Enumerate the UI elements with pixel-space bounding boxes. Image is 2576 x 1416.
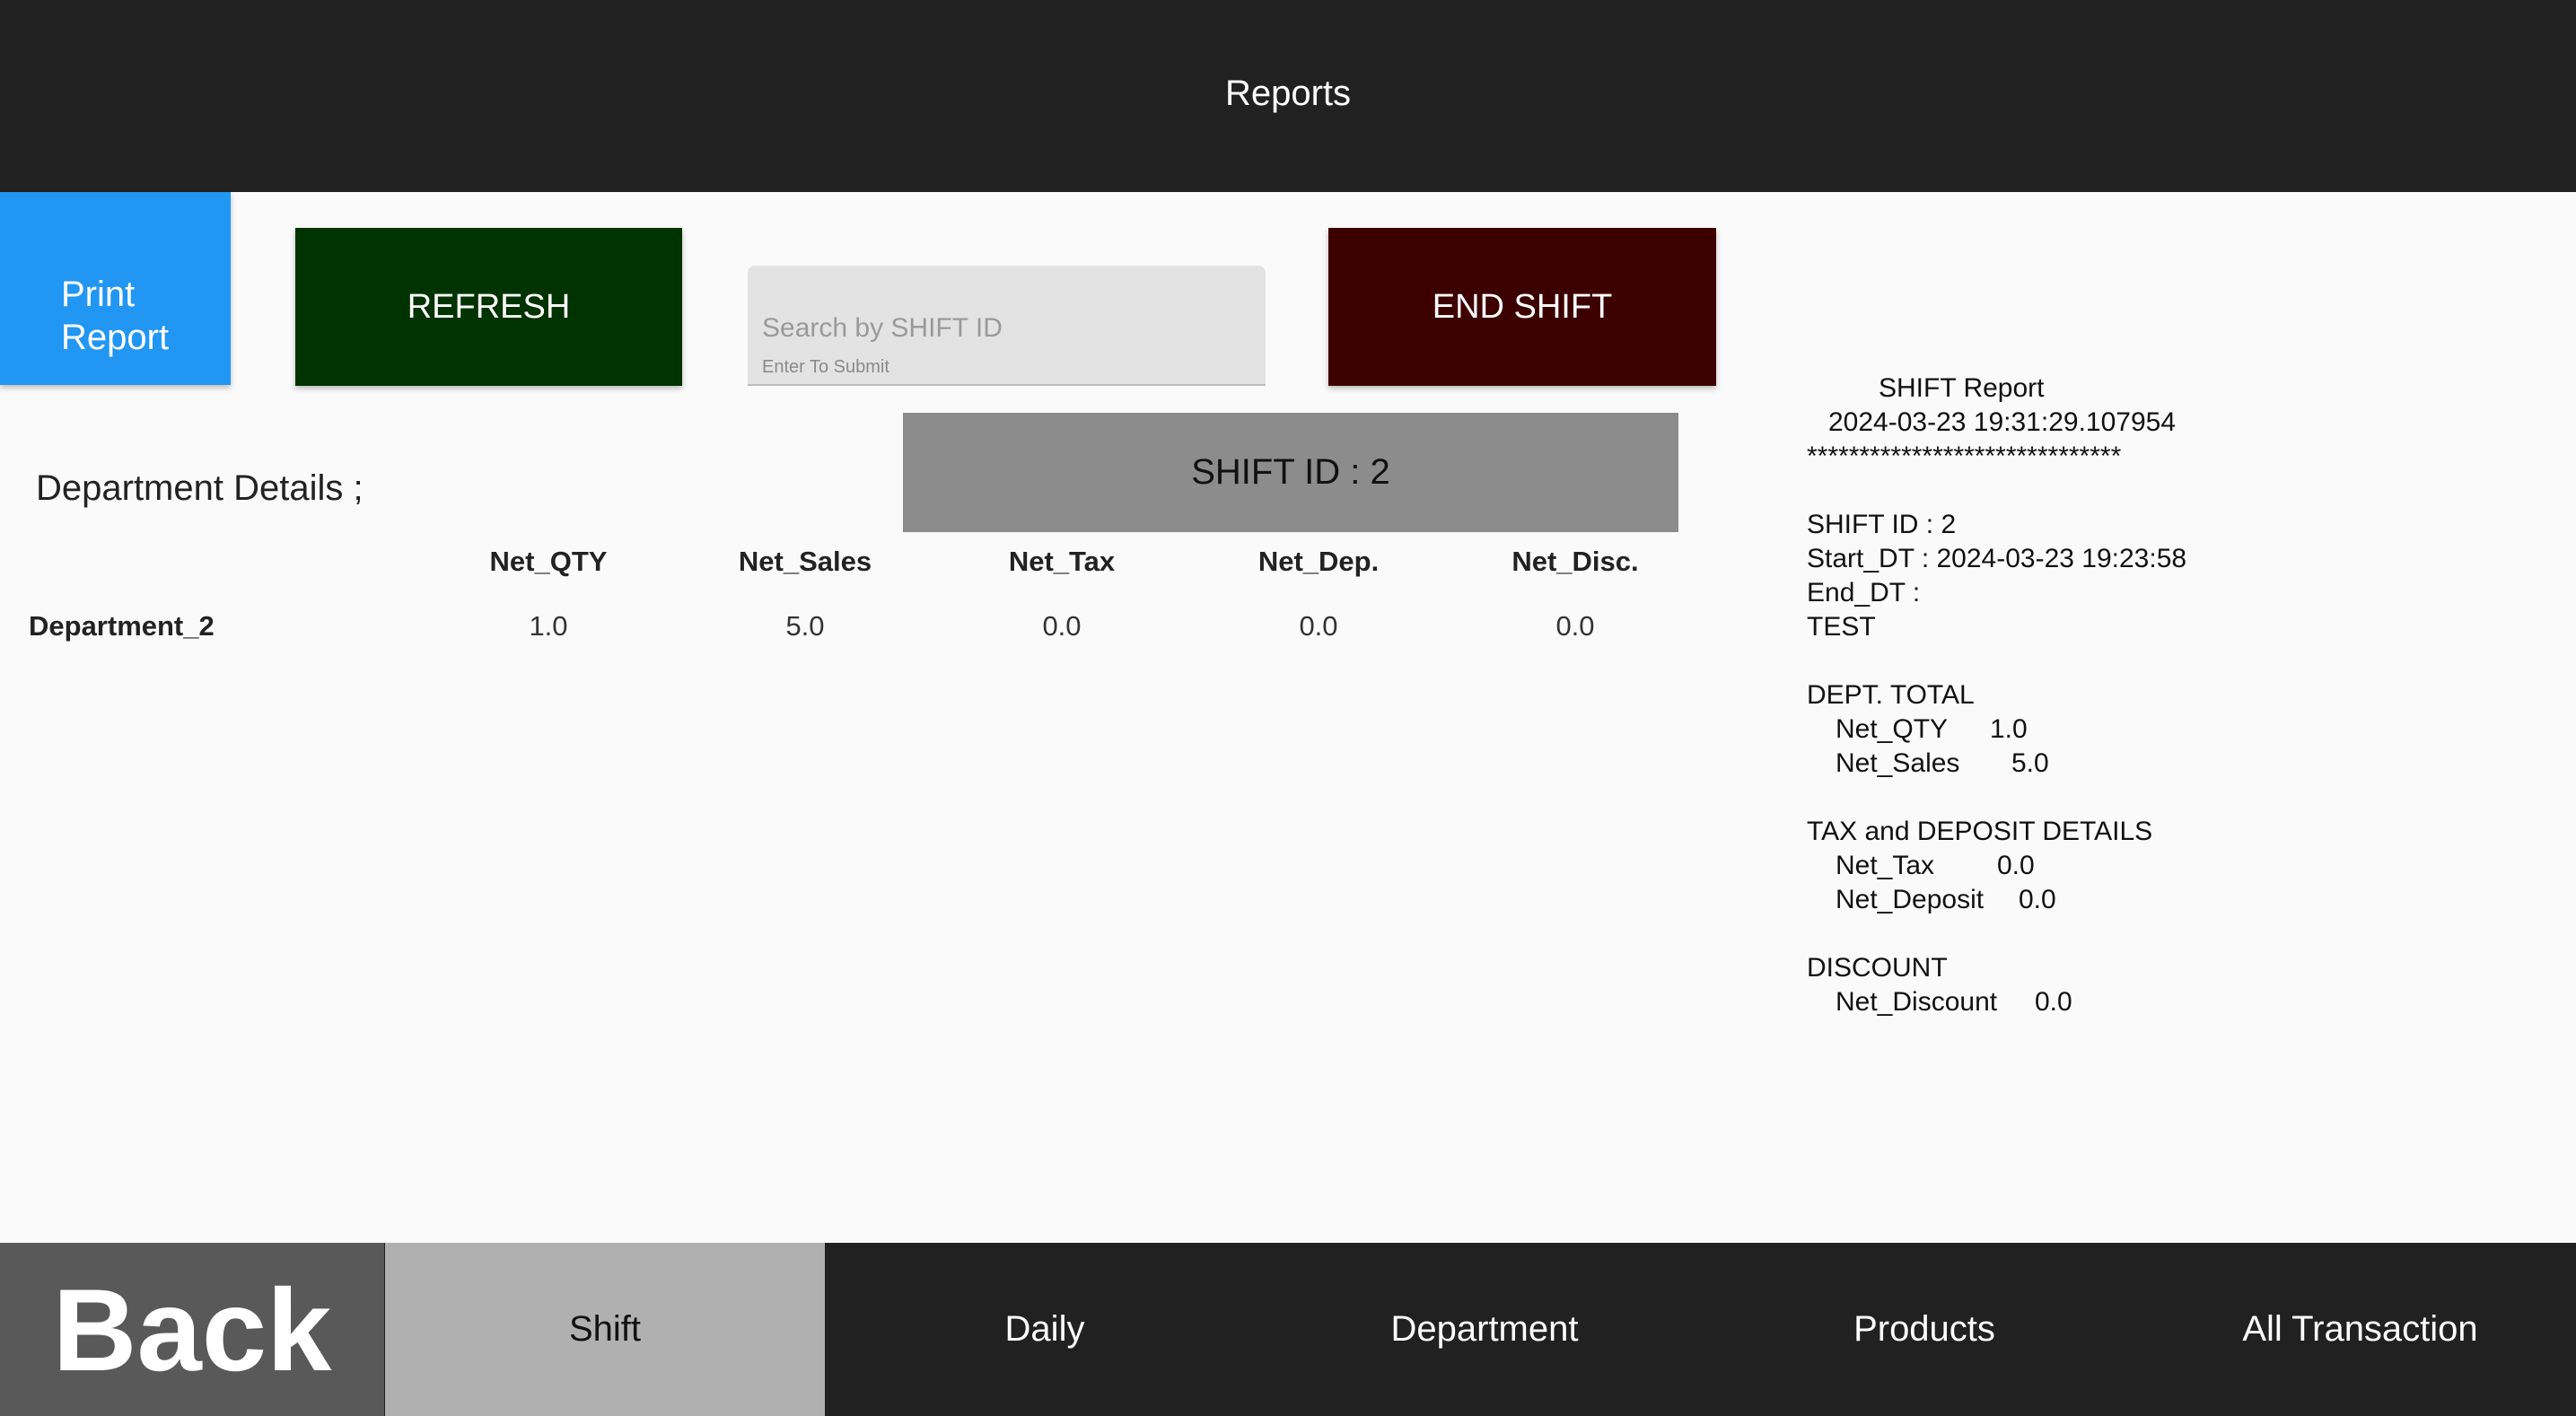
tab-all-transaction[interactable]: All Transaction: [2144, 1243, 2576, 1416]
shift-report-panel: SHIFT Report 2024-03-23 19:31:29.107954 …: [1807, 371, 2186, 1019]
print-report-label-line1: Print: [61, 274, 136, 314]
print-report-button[interactable]: Print Report: [0, 192, 231, 385]
back-label: Back: [52, 1263, 332, 1395]
shift-id-banner: SHIFT ID : 2: [903, 413, 1678, 532]
report-net-qty: Net_QTY 1.0: [1836, 714, 2028, 744]
end-shift-label: END SHIFT: [1432, 287, 1613, 326]
cell-net-tax: 0.0: [1042, 610, 1082, 642]
shift-search-field[interactable]: Enter To Submit: [748, 266, 1266, 386]
cell-net-qty: 1.0: [529, 610, 568, 642]
print-report-label-line2: Report: [61, 317, 170, 357]
cell-net-dep: 0.0: [1299, 610, 1338, 642]
report-net-discount: Net_Discount 0.0: [1836, 987, 2072, 1017]
cell-net-disc: 0.0: [1555, 610, 1595, 642]
refresh-button[interactable]: REFRESH: [295, 228, 682, 386]
tab-products[interactable]: Products: [1704, 1243, 2144, 1416]
report-title: SHIFT Report: [1879, 373, 2045, 403]
tab-department-label: Department: [1390, 1309, 1579, 1349]
tab-daily[interactable]: Daily: [825, 1243, 1265, 1416]
shift-search-input[interactable]: [762, 309, 1247, 348]
report-timestamp: 2024-03-23 19:31:29.107954: [1828, 407, 2177, 437]
column-header-net-sales: Net_Sales: [738, 546, 872, 577]
tab-department[interactable]: Department: [1265, 1243, 1704, 1416]
report-net-deposit: Net_Deposit 0.0: [1836, 885, 2056, 914]
department-details-heading: Department Details ;: [36, 468, 364, 508]
tab-daily-label: Daily: [1004, 1309, 1085, 1349]
refresh-label: REFRESH: [407, 287, 571, 326]
column-header-net-dep: Net_Dep.: [1257, 546, 1380, 577]
back-button[interactable]: Back: [0, 1243, 384, 1416]
shift-id-text: SHIFT ID : 2: [1191, 452, 1390, 492]
reports-screen: Reports Print Report REFRESH Enter To Su…: [0, 0, 2576, 1416]
report-dept-total-heading: DEPT. TOTAL: [1807, 680, 1975, 710]
bottom-navigation: Back Shift Daily Department Products All…: [0, 1243, 2576, 1416]
tab-all-transaction-label: All Transaction: [2242, 1309, 2478, 1349]
column-header-net-disc: Net_Disc.: [1511, 546, 1639, 577]
report-discount-heading: DISCOUNT: [1807, 953, 1948, 983]
row-department-name: Department_2: [29, 610, 215, 642]
report-separator: ******************************: [1807, 441, 2122, 471]
tab-shift[interactable]: Shift: [385, 1243, 825, 1416]
end-shift-button[interactable]: END SHIFT: [1328, 228, 1716, 386]
report-shift-id: SHIFT ID : 2: [1807, 510, 1957, 539]
tab-shift-label: Shift: [568, 1309, 642, 1349]
report-user: TEST: [1807, 612, 1876, 642]
report-tax-heading: TAX and DEPOSIT DETAILS: [1807, 817, 2153, 846]
tab-products-label: Products: [1853, 1309, 1995, 1349]
app-header: Reports: [0, 0, 2576, 192]
cell-net-sales: 5.0: [785, 610, 825, 642]
search-hint: Enter To Submit: [762, 357, 889, 377]
column-header-net-tax: Net_Tax: [1008, 546, 1116, 577]
report-net-sales: Net_Sales 5.0: [1836, 748, 2049, 778]
page-title: Reports: [1224, 73, 1352, 113]
report-start-dt: Start_DT : 2024-03-23 19:23:58: [1807, 544, 2187, 573]
report-end-dt: End_DT :: [1807, 578, 1921, 607]
column-header-net-qty: Net_QTY: [489, 546, 608, 577]
report-net-tax: Net_Tax 0.0: [1836, 851, 2035, 880]
